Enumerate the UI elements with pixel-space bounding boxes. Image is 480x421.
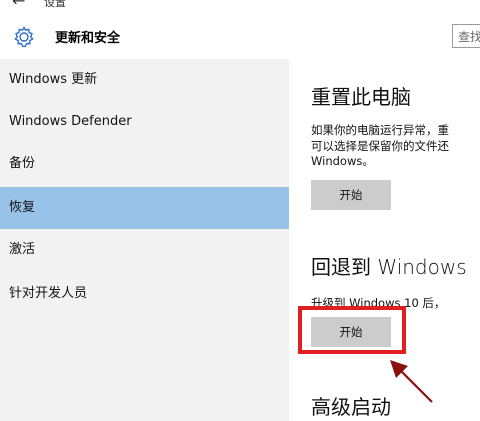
page-header: 更新和安全 查找 (0, 12, 480, 62)
reset-pc-title: 重置此电脑 (311, 85, 411, 109)
search-input[interactable]: 查找 (452, 24, 480, 48)
sidebar-item-for-developers[interactable]: 针对开发人员 (0, 273, 289, 315)
rollback-title: 回退到 Windows (311, 255, 467, 279)
sidebar-item-activation[interactable]: 激活 (0, 229, 289, 271)
page-title: 更新和安全 (55, 31, 121, 46)
back-arrow-icon[interactable]: ← (12, 0, 25, 10)
app-title: 设置 (44, 0, 66, 9)
reset-desc-line1: 如果你的电脑运行异常，重 (311, 123, 449, 137)
annotation-arrow-icon (390, 360, 433, 403)
reset-start-button[interactable]: 开始 (311, 180, 391, 210)
highlight-box (298, 306, 406, 354)
title-bar: ← 设置 (0, 0, 480, 12)
advanced-startup-title: 高级启动 (311, 395, 391, 419)
sidebar-item-windows-defender[interactable]: Windows Defender (0, 101, 289, 143)
reset-desc-line3: Windows。 (311, 154, 374, 168)
sidebar: Windows 更新 Windows Defender 备份 恢复 激活 针对开… (0, 59, 289, 421)
sidebar-item-recovery[interactable]: 恢复 (0, 187, 289, 229)
sidebar-item-windows-update[interactable]: Windows 更新 (0, 59, 289, 101)
reset-desc-line2: 可以选择是保留你的文件还 (311, 139, 449, 153)
gear-icon (14, 26, 34, 48)
sidebar-item-backup[interactable]: 备份 (0, 143, 289, 185)
